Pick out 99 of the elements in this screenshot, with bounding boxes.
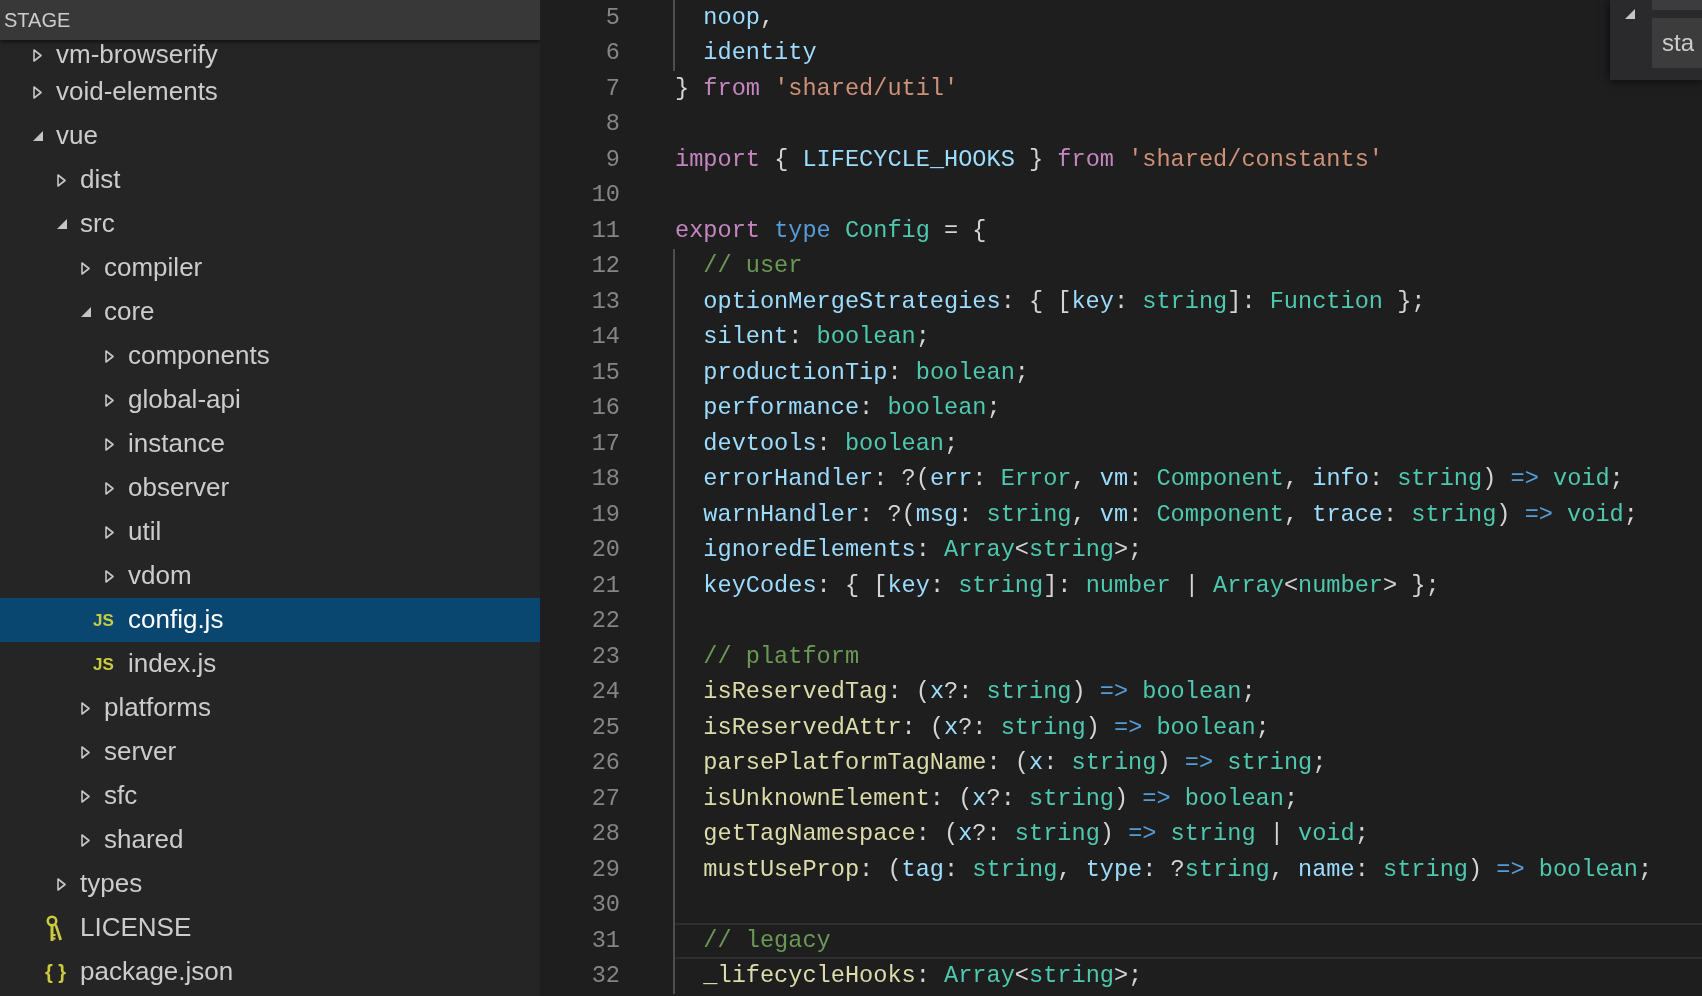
line-number: 9 [604,145,620,174]
caret-icon[interactable] [105,437,114,451]
code-line: errorHandler: ?(err: Error, vm: Component, info: string) => void; [702,465,1624,494]
code-line: performance: boolean; [702,394,1001,423]
code-line: } from 'shared/util' [675,74,959,103]
caret-icon[interactable] [57,173,66,187]
code-line: // legacy [702,926,831,955]
code-line: isReservedTag: (x?: string) => boolean; [702,678,1256,707]
caret-icon[interactable] [105,481,114,495]
caret-icon[interactable] [81,745,90,759]
line-number: 14 [590,323,620,352]
line-number: 30 [590,891,620,920]
tree-item[interactable]: server [0,730,540,774]
section-header: STAGE [0,0,540,40]
file-type-icon: JS [93,655,114,673]
code-line: noop, [702,3,775,32]
tree-item[interactable]: src [0,202,540,246]
line-number: 25 [590,713,620,742]
caret-icon[interactable] [81,833,90,847]
caret-icon[interactable] [33,131,43,141]
file-type-icon: { } [45,962,67,982]
caret-icon[interactable] [81,307,91,317]
line-number: 20 [590,536,620,565]
line-number: 31 [590,926,620,955]
caret-icon[interactable] [81,261,90,275]
line-number: 6 [604,39,620,68]
code-line: export type Config = { [675,216,987,245]
tree-item[interactable]: LICENSE [0,906,540,950]
code-line: identity [702,39,817,68]
tree-item[interactable]: compiler [0,246,540,290]
file-type-icon: JS [93,611,114,629]
tree-item[interactable]: { } package.json [0,950,540,994]
caret-icon[interactable] [33,48,42,62]
line-number: 15 [590,358,620,387]
caret-icon[interactable] [105,349,114,363]
code-line: keyCodes: { [key: string]: number | Array<number> }; [702,571,1440,600]
tree-item[interactable]: shared [0,818,540,862]
caret-icon[interactable] [1625,9,1635,19]
caret-icon[interactable] [81,701,90,715]
tree-item[interactable]: components [0,334,540,378]
line-number: 18 [590,465,620,494]
line-number: 24 [590,678,620,707]
line-number: 32 [590,962,620,991]
caret-icon[interactable] [57,219,67,229]
code-line: import { LIFECYCLE_HOOKS } from 'shared/constants' [675,145,1383,174]
tree-item[interactable]: platforms [0,686,540,730]
line-number: 26 [590,749,620,778]
line-number: 13 [590,287,620,316]
code-line: // platform [702,642,860,671]
tree-item[interactable]: core [0,290,540,334]
tree-item[interactable]: vue [0,114,540,158]
tree-item[interactable]: dist [0,158,540,202]
line-number: 10 [590,181,620,210]
tree-item[interactable]: JS index.js [0,642,540,686]
line-number: 12 [590,252,620,281]
code-line: _lifecycleHooks: Array<string>; [702,962,1143,991]
code-line: optionMergeStrategies: { [key: string]: Function }; [702,287,1426,316]
tree-item[interactable]: observer [0,466,540,510]
tree-item[interactable]: void-elements [0,70,540,114]
code-line: isReservedAttr: (x?: string) => boolean; [702,713,1270,742]
code-line: isUnknownElement: (x?: string) => boolean; [702,784,1299,813]
line-number: 28 [590,820,620,849]
code-line: silent: boolean; [702,323,930,352]
line-number: 29 [590,855,620,884]
caret-icon[interactable] [105,393,114,407]
code-line: parsePlatformTagName: (x: string) => string; [702,749,1327,778]
tree-item[interactable]: sfc [0,774,540,818]
line-number: 16 [590,394,620,423]
line-number: 5 [604,3,620,32]
code-line: productionTip: boolean; [702,358,1029,387]
code-line: devtools: boolean; [702,429,959,458]
code-line: warnHandler: ?(msg: string, vm: Component, trace: string) => void; [702,500,1638,529]
line-number: 23 [590,642,620,671]
code-line: // user [702,252,803,281]
tree-item[interactable]: util [0,510,540,554]
key-icon [45,915,62,941]
caret-icon[interactable] [81,789,90,803]
code-line: getTagNamespace: (x?: string) => string | void; [702,820,1369,849]
line-number: 27 [590,784,620,813]
tree-item[interactable]: JS config.js [0,598,540,642]
line-number: 21 [590,571,620,600]
caret-icon[interactable] [33,85,42,99]
input-field[interactable]: sta [1652,18,1702,68]
caret-icon[interactable] [105,525,114,539]
tree-item[interactable]: vm-browserify [0,40,540,70]
line-number: 17 [590,429,620,458]
line-number: 22 [590,607,620,636]
line-number: 11 [590,216,620,245]
tree-item[interactable]: vdom [0,554,540,598]
caret-icon[interactable] [57,877,66,891]
line-number: 8 [604,110,620,139]
tree-item[interactable]: instance [0,422,540,466]
caret-icon[interactable] [105,569,114,583]
line-number: 7 [604,74,620,103]
tree-item[interactable]: types [0,862,540,906]
code-line: ignoredElements: Array<string>; [702,536,1143,565]
code-line: mustUseProp: (tag: string, type: ?string, name: string) => boolean; [702,855,1653,884]
line-number: 19 [590,500,620,529]
tree-item[interactable]: global-api [0,378,540,422]
